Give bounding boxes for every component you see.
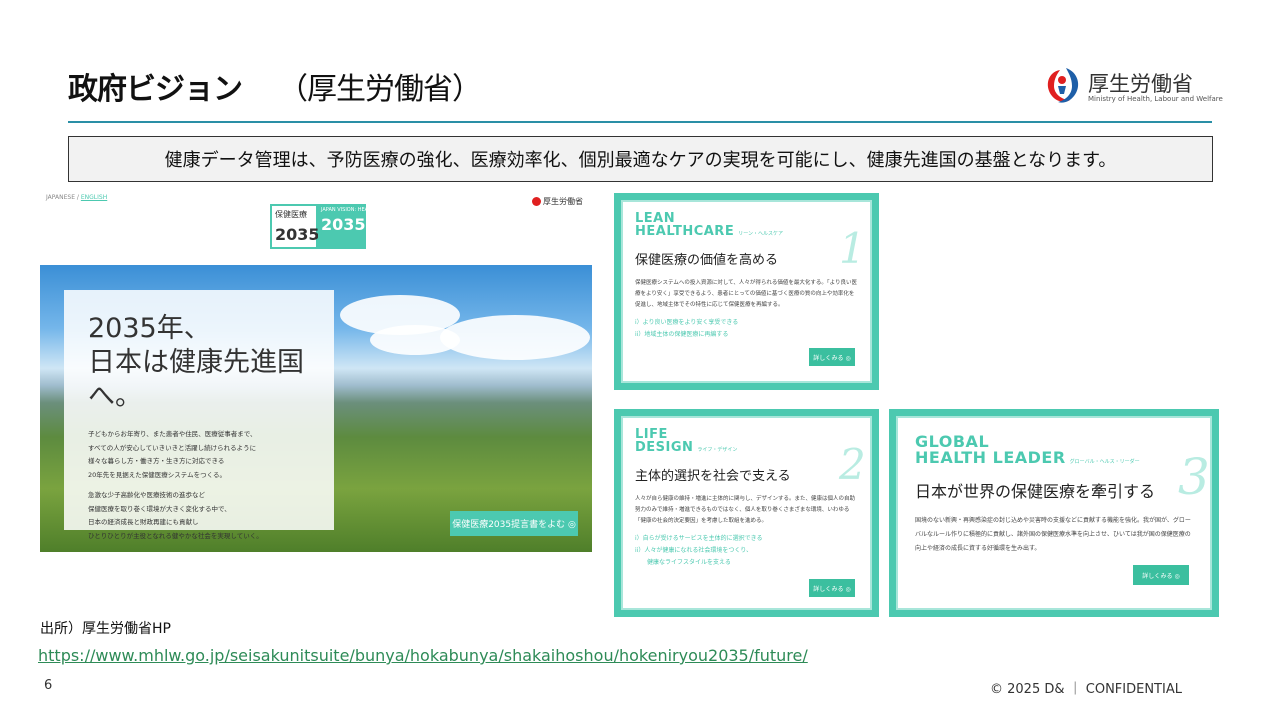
hero-card: 2035年、 日本は健康先進国へ。 子どもからお年寄り、また患者や住民、医療従事… (64, 290, 334, 540)
vision-badge: 保健医療 2035 JAPAN VISION: HEALTH CARE 2035 (270, 204, 393, 249)
card-detail-button[interactable]: 詳しくみる ◎ (809, 348, 855, 366)
card-japanese-title: 保健医療の価値を高める (635, 253, 779, 268)
title-divider (68, 121, 1212, 123)
card-kana: グローバル・ヘルス・リーダー (1069, 459, 1140, 465)
logo-english: Ministry of Health, Labour and Welfare (1088, 95, 1223, 103)
card-list: i）自らが受けるサービスを主体的に選択できる ii）人々が健康になれる社会環境を… (635, 535, 763, 566)
badge-left-year: 2035 (275, 225, 320, 244)
key-message-box: 健康データ管理は、予防医療の強化、医療効率化、個別最適なケアの実現を可能にし、健… (68, 136, 1213, 182)
badge-right: JAPAN VISION: HEALTH CARE 2035 (318, 204, 393, 249)
card-list: i）より良い医療をより安く享受できる ii）地域主体の保健医療に再編する (635, 319, 739, 338)
card-english-text: GLOBAL HEALTH LEADER (915, 432, 1066, 467)
key-message: 健康データ管理は、予防医療の強化、医療効率化、個別最適なケアの実現を可能にし、健… (164, 150, 1117, 171)
card-japanese-title: 日本が世界の保健医療を牽引する (915, 482, 1156, 501)
hero-image: 2035年、 日本は健康先進国へ。 子どもからお年寄り、また患者や住民、医療従事… (40, 265, 592, 552)
card-global-health-leader: GLOBAL HEALTH LEADER グローバル・ヘルス・リーダー 日本が世界… (889, 409, 1219, 617)
card-number: 2 (839, 440, 866, 489)
badge-right-year: 2035 (321, 215, 366, 234)
card-body: 保健医療システムへの投入資源に対して、人々が得られる価値を最大化する。「より良い… (635, 280, 858, 308)
card-english-text: LEAN HEALTHCARE (635, 211, 735, 239)
source-label: 出所）厚生労働省HP (40, 621, 171, 637)
card-kana: ライフ・デザイン (697, 447, 738, 453)
card-number: 3 (1178, 448, 1210, 506)
hero-paragraph-2: 急激な少子高齢化や医療技術の進歩など 保健医療を取り巻く環境が大きく変化する中で… (88, 491, 263, 540)
page-number: 6 (44, 678, 53, 693)
mini-logo-text: 厚生労働省 (543, 197, 583, 206)
card-detail-button[interactable]: 詳しくみる ◎ (809, 579, 855, 597)
read-proposal-button[interactable]: 保健医療2035提言書をよむ ◎ (450, 511, 578, 536)
hero-heading: 2035年、 日本は健康先進国へ。 (88, 313, 304, 412)
card-japanese-title: 主体的選択を社会で支える (635, 469, 791, 484)
badge-right-text: JAPAN VISION: HEALTH CARE (321, 207, 393, 213)
card-life-design: LIFE DESIGN ライフ・デザイン 主体的選択を社会で支える 2 人々が自ら… (614, 409, 879, 617)
title-main: 政府ビジョン (68, 72, 243, 107)
title-sub: （厚生労働省） (278, 72, 482, 107)
nav-english[interactable]: ENGLISH (81, 194, 107, 201)
card-english-title: LIFE DESIGN ライフ・デザイン (635, 428, 858, 457)
website-screenshot: JAPANESE / ENGLISH 厚生労働省 保健医療 2035 JAPAN… (40, 190, 592, 552)
mhlw-emblem-icon (1047, 68, 1079, 103)
card-body: 国境のない新興・再興感染症の封じ込めや災害時の支援などに貢献する機能を強化。我が… (915, 517, 1191, 552)
nav-japanese[interactable]: JAPANESE (46, 194, 75, 201)
source-url-link[interactable]: https://www.mhlw.go.jp/seisakunitsuite/b… (38, 646, 808, 665)
mini-logo: 厚生労働省 (532, 196, 583, 207)
card-lean-healthcare: LEAN HEALTHCARE リーン・ヘルスケア 保健医療の価値を高める 1 保… (614, 193, 879, 390)
mhlw-logo: 厚生労働省 Ministry of Health, Labour and Wel… (1040, 64, 1223, 108)
mini-logo-icon (532, 197, 541, 206)
slide-title: 政府ビジョン （厚生労働省） (68, 64, 482, 108)
language-nav: JAPANESE / ENGLISH (46, 194, 107, 201)
card-english-title: GLOBAL HEALTH LEADER グローバル・ヘルス・リーダー (915, 434, 1193, 470)
card-english-title: LEAN HEALTHCARE リーン・ヘルスケア (635, 212, 858, 241)
nav-separator: / (76, 194, 79, 201)
card-english-text: LIFE DESIGN (635, 427, 694, 455)
card-body: 人々が自ら健康の維持・増進に主体的に関与し、デザインする。また、健康は個人の自助… (635, 496, 856, 524)
card-number: 1 (839, 224, 866, 273)
logo-name: 厚生労働省 (1088, 72, 1193, 96)
card-kana: リーン・ヘルスケア (738, 231, 783, 237)
card-detail-button[interactable]: 詳しくみる ◎ (1133, 565, 1189, 585)
hero-paragraph-1: 子どもからお年寄り、また患者や住民、医療従事者まで、 すべての人が安心していきい… (88, 430, 257, 479)
cloud-shape (370, 325, 460, 355)
cloud-shape (440, 315, 590, 360)
badge-left: 保健医療 2035 (270, 204, 320, 249)
footer-confidential: © 2025 D& ｜ CONFIDENTIAL (990, 682, 1182, 697)
badge-left-text: 保健医療 (275, 210, 307, 219)
